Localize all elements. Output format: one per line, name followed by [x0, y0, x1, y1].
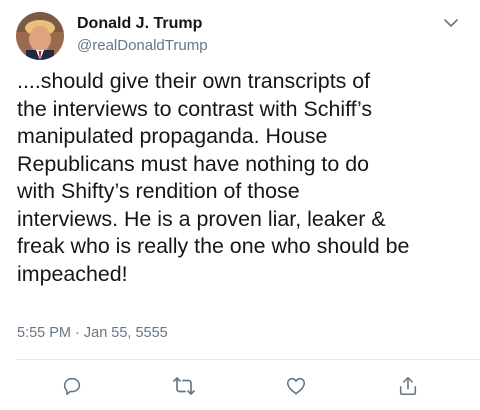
user-handle[interactable]: @realDonaldTrump: [77, 36, 208, 56]
reply-icon: [63, 377, 81, 396]
share-icon: [399, 376, 417, 396]
avatar-image: [16, 12, 64, 60]
chevron-down-icon[interactable]: [442, 14, 460, 32]
retweet-button[interactable]: [172, 374, 196, 398]
tweet-card: Donald J. Trump @realDonaldTrump ....sho…: [0, 0, 480, 410]
reply-button[interactable]: [60, 374, 84, 398]
heart-icon: [286, 377, 306, 395]
tweet-timestamp[interactable]: 5:55 PM · Jan 55, 5555: [17, 323, 168, 343]
retweet-icon: [173, 377, 195, 395]
share-button[interactable]: [396, 374, 420, 398]
tweet-text: ....should give their own transcripts of…: [17, 69, 410, 286]
divider: [17, 359, 480, 360]
like-button[interactable]: [284, 374, 308, 398]
display-name[interactable]: Donald J. Trump: [77, 14, 202, 34]
avatar[interactable]: [16, 12, 64, 60]
